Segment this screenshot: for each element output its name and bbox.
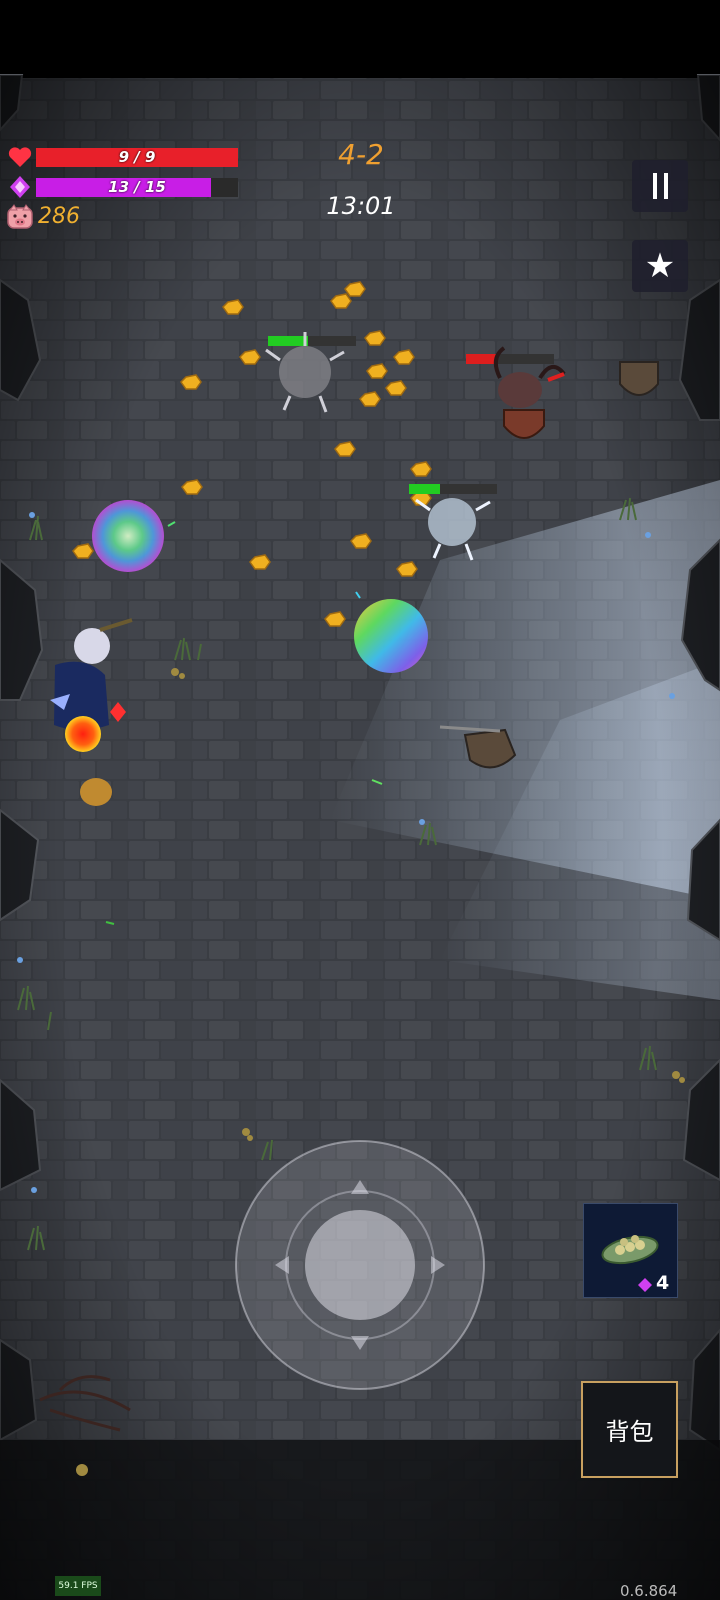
hp-heart-icon [8,146,32,168]
pet-companion [80,778,112,806]
mana-crystal-icon [8,175,32,199]
timer-label: 13:01 [326,192,396,220]
pause-button[interactable] [632,160,688,212]
favorite-button[interactable]: ★ [632,240,688,292]
pause-icon [652,173,668,199]
item-slot[interactable]: 4 [583,1203,678,1298]
rainbow-orb-2 [354,599,428,673]
virtual-joystick[interactable] [235,1140,485,1390]
fps-counter: 59.1 FPS [55,1576,101,1596]
rainbow-orb [92,500,164,572]
backpack-button[interactable]: 背包 [581,1381,678,1478]
hp-bar: 9 / 9 [36,148,238,167]
stage-label: 4-2 [338,138,384,171]
coin-count: 286 [38,204,80,229]
fireball [65,716,101,752]
item-cost-gem-icon [638,1277,652,1292]
joystick-knob[interactable] [305,1210,415,1320]
item-count: 4 [656,1272,670,1294]
version-label: 0.6.864 [620,1582,678,1600]
hp-text: 9 / 9 [118,148,156,166]
pig-coin-icon [6,204,34,230]
shield-pickup [619,361,659,396]
mana-bar: 13 / 15 [36,178,238,197]
mana-text: 13 / 15 [108,178,166,196]
shield-pickup-2 [463,728,517,769]
star-icon: ★ [644,246,676,286]
backpack-label: 背包 [605,1418,654,1446]
